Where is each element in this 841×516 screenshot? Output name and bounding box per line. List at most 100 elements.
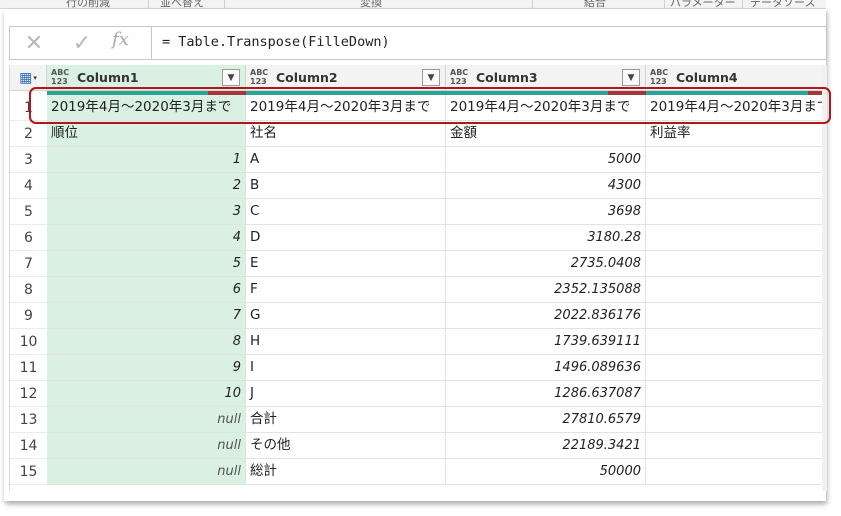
row-number[interactable]: 12 bbox=[10, 381, 47, 407]
table-cell[interactable]: その他 bbox=[246, 433, 446, 459]
table-cell[interactable]: null bbox=[47, 459, 246, 485]
any-type-icon[interactable]: ABC 123 bbox=[650, 68, 672, 86]
table-cell[interactable]: G bbox=[246, 303, 446, 329]
formula-input[interactable]: = Table.Transpose(FilleDown) bbox=[162, 34, 390, 50]
table-cell[interactable]: 順位 bbox=[47, 121, 246, 147]
table-cell[interactable]: 2 bbox=[47, 173, 246, 199]
table-cell[interactable]: 2019年4月～2020年3月まで bbox=[646, 95, 827, 121]
table-cell[interactable]: 0 bbox=[646, 173, 827, 199]
table-cell[interactable]: 2735.0408 bbox=[446, 251, 646, 277]
table-cell[interactable]: 1496.089636 bbox=[446, 355, 646, 381]
ribbon-group-parameters[interactable]: パラメーター bbox=[670, 0, 736, 8]
table-cell[interactable]: n bbox=[646, 433, 827, 459]
table-cell[interactable]: 0. bbox=[646, 329, 827, 355]
table-cell[interactable]: 0. bbox=[646, 225, 827, 251]
row-number[interactable]: 14 bbox=[10, 433, 47, 459]
table-cell[interactable]: n bbox=[646, 459, 827, 485]
table-cell[interactable]: 1739.639111 bbox=[446, 329, 646, 355]
column-header-2[interactable]: ABC 123 Column2 ▼ bbox=[246, 65, 446, 91]
row-number[interactable]: 11 bbox=[10, 355, 47, 381]
row-number[interactable]: 1 bbox=[10, 95, 47, 121]
filter-dropdown-icon[interactable]: ▼ bbox=[422, 69, 440, 86]
table-cell[interactable]: 3 bbox=[47, 199, 246, 225]
table-cell[interactable]: 7 bbox=[47, 303, 246, 329]
column-header-1[interactable]: ABC 123 Column1 ▼ bbox=[47, 65, 246, 91]
table-cell[interactable]: null bbox=[47, 407, 246, 433]
any-type-icon[interactable]: ABC 123 bbox=[51, 68, 73, 86]
table-cell[interactable]: 5000 bbox=[446, 147, 646, 173]
table-cell[interactable]: 0. bbox=[646, 355, 827, 381]
table-cell[interactable]: 4300 bbox=[446, 173, 646, 199]
any-type-icon[interactable]: ABC 123 bbox=[450, 68, 472, 86]
ribbon-group-transform[interactable]: 変換 bbox=[360, 0, 382, 8]
horizontal-scrollbar-edge[interactable] bbox=[822, 65, 827, 491]
table-cell[interactable]: C bbox=[246, 199, 446, 225]
table-cell[interactable]: D bbox=[246, 225, 446, 251]
table-cell[interactable]: E bbox=[246, 251, 446, 277]
column-header-4[interactable]: ABC123Column4▼ bbox=[646, 65, 827, 91]
any-type-icon[interactable]: ABC 123 bbox=[250, 68, 272, 86]
row-number[interactable]: 5 bbox=[10, 199, 47, 225]
close-icon[interactable]: ✕ bbox=[14, 27, 54, 59]
table-cell[interactable]: 2022.836176 bbox=[446, 303, 646, 329]
table-cell[interactable]: J bbox=[246, 381, 446, 407]
filter-dropdown-icon[interactable]: ▼ bbox=[222, 69, 240, 86]
check-icon[interactable]: ✓ bbox=[62, 27, 102, 59]
table-cell[interactable]: 0. bbox=[646, 277, 827, 303]
fx-icon[interactable]: fx bbox=[112, 29, 129, 50]
table-cell[interactable]: 8 bbox=[47, 329, 246, 355]
table-cell[interactable]: H bbox=[246, 329, 446, 355]
row-number[interactable]: 8 bbox=[10, 277, 47, 303]
table-menu-icon[interactable]: ▦ ▾ bbox=[10, 65, 47, 91]
table-cell[interactable]: I bbox=[246, 355, 446, 381]
table-cell[interactable]: 5 bbox=[47, 251, 246, 277]
table-cell[interactable]: 合計 bbox=[246, 407, 446, 433]
row-number[interactable]: 15 bbox=[10, 459, 47, 485]
table-cell[interactable]: 2019年4月～2020年3月まで bbox=[446, 95, 646, 121]
table-cell[interactable]: B bbox=[246, 173, 446, 199]
table-cell[interactable]: 4 bbox=[47, 225, 246, 251]
row-number[interactable]: 10 bbox=[10, 329, 47, 355]
table-cell[interactable]: 50000 bbox=[446, 459, 646, 485]
row-number[interactable]: 13 bbox=[10, 407, 47, 433]
table-cell[interactable]: 3180.28 bbox=[446, 225, 646, 251]
table-cell[interactable]: 0 bbox=[646, 381, 827, 407]
table-cell[interactable]: 2019年4月～2020年3月まで bbox=[47, 95, 246, 121]
table-cell[interactable]: 3698 bbox=[446, 199, 646, 225]
type-icon-bottom: 123 bbox=[650, 77, 667, 86]
table-cell[interactable]: 利益率 bbox=[646, 121, 827, 147]
ribbon-group-datasource[interactable]: データソース bbox=[750, 0, 815, 8]
table-cell[interactable]: 1 bbox=[47, 147, 246, 173]
row-number[interactable]: 3 bbox=[10, 147, 47, 173]
table-cell[interactable]: 総計 bbox=[246, 459, 446, 485]
table-cell[interactable]: 10 bbox=[47, 381, 246, 407]
table-cell[interactable]: n bbox=[646, 407, 827, 433]
table-cell[interactable]: A bbox=[246, 147, 446, 173]
table-cell[interactable]: 1286.637087 bbox=[446, 381, 646, 407]
table-cell[interactable]: 金額 bbox=[446, 121, 646, 147]
table-cell[interactable]: 9 bbox=[47, 355, 246, 381]
ribbon-group-combine[interactable]: 結合 bbox=[584, 0, 606, 8]
type-icon-top: ABC bbox=[650, 68, 669, 77]
ribbon-group-sort[interactable]: 並べ替え bbox=[160, 0, 204, 8]
ribbon-group-row-reduce[interactable]: 行の削減 bbox=[66, 0, 110, 8]
row-number[interactable]: 4 bbox=[10, 173, 47, 199]
row-number[interactable]: 9 bbox=[10, 303, 47, 329]
table-cell[interactable]: 2352.135088 bbox=[446, 277, 646, 303]
table-cell[interactable]: F bbox=[246, 277, 446, 303]
filter-dropdown-icon[interactable]: ▼ bbox=[622, 69, 640, 86]
row-number[interactable]: 6 bbox=[10, 225, 47, 251]
table-cell[interactable]: 0. bbox=[646, 251, 827, 277]
table-cell[interactable]: 6 bbox=[47, 277, 246, 303]
row-number[interactable]: 2 bbox=[10, 121, 47, 147]
table-cell[interactable]: 27810.6579 bbox=[446, 407, 646, 433]
table-cell[interactable]: 22189.3421 bbox=[446, 433, 646, 459]
table-cell[interactable]: 0. bbox=[646, 147, 827, 173]
row-number[interactable]: 7 bbox=[10, 251, 47, 277]
table-cell[interactable]: null bbox=[47, 433, 246, 459]
table-cell[interactable]: 2019年4月～2020年3月まで bbox=[246, 95, 446, 121]
table-cell[interactable]: 0. bbox=[646, 199, 827, 225]
table-cell[interactable]: 社名 bbox=[246, 121, 446, 147]
table-cell[interactable]: 0. bbox=[646, 303, 827, 329]
column-header-3[interactable]: ABC 123 Column3 ▼ bbox=[446, 65, 646, 91]
